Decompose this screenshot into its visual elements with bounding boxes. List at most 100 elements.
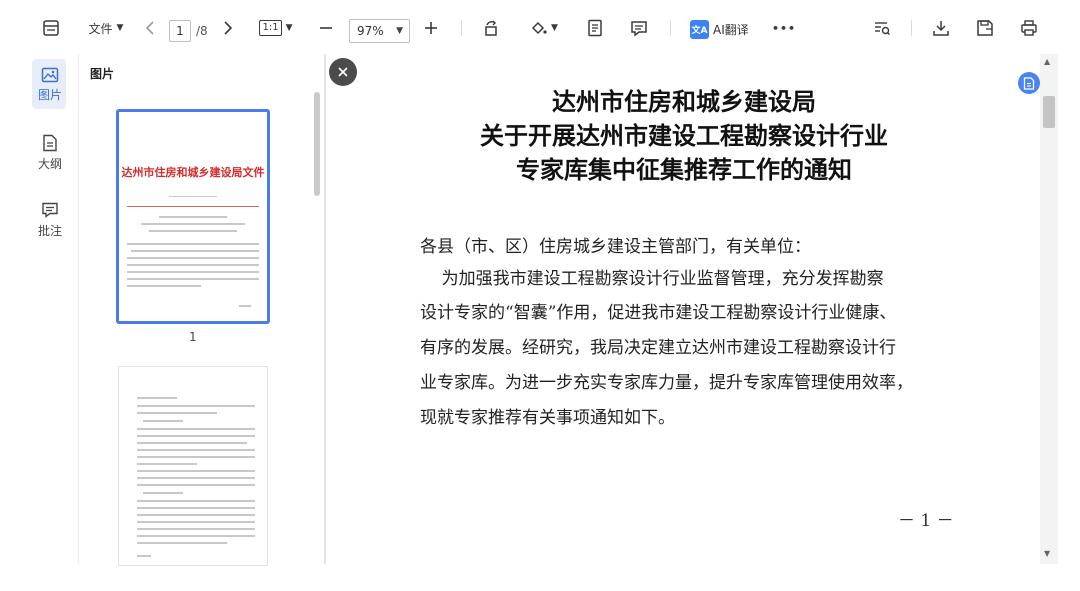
scroll-down-arrow-icon[interactable]: ▼ <box>1044 549 1050 558</box>
document-title-line-2: 关于开展达州市建设工程勘察设计行业 <box>480 121 888 150</box>
zoom-select[interactable]: 97% ▼ <box>349 19 410 43</box>
toolbar-divider <box>461 20 462 36</box>
thumbnail-text-line <box>137 442 247 444</box>
thumbnail-text-line <box>137 449 255 451</box>
download-icon[interactable] <box>930 16 952 40</box>
background-color-button[interactable]: ▼ <box>526 16 562 40</box>
thumbnail-text-line <box>127 271 259 273</box>
thumbnail-text-line <box>137 428 255 430</box>
paint-bucket-icon <box>531 21 547 35</box>
thumbnail-text-line <box>137 500 255 502</box>
thumbnail-text-line <box>137 397 177 399</box>
thumbnail-text-line <box>141 223 245 225</box>
rail-item-label: 大纲 <box>37 157 62 171</box>
scrollbar-thumb[interactable] <box>1043 96 1055 128</box>
ai-translate-button[interactable]: AI翻译 <box>713 20 749 40</box>
thumbnail-text-line <box>137 521 255 523</box>
left-rail: 图片 大纲 批注 <box>0 54 78 591</box>
document-paragraph-line: 业专家库。为进一步充实专家库力量，提升专家库管理使用效率， <box>420 373 913 393</box>
save-icon[interactable] <box>974 16 996 40</box>
ai-translate-icon[interactable]: 文A <box>690 20 709 39</box>
thumbnail-text-line <box>143 492 183 494</box>
thumbnail-text-line <box>127 257 259 259</box>
thumbnail-scrollbar[interactable] <box>314 92 320 196</box>
thumbnail-text-line <box>137 470 255 472</box>
rail-item-comments[interactable]: 批注 <box>28 201 72 247</box>
thumbnail-text-line <box>137 542 227 544</box>
document-title-line-3: 专家库集中征集推荐工作的通知 <box>516 155 852 184</box>
toolbar: 文件 ▼ 1 /8 1:1 ▼ 97% ▼ ▼ 文A AI翻译 ••• <box>0 0 1080 54</box>
document-view: 达州市住房和城乡建设局 关于开展达州市建设工程勘察设计行业 专家库集中征集推荐工… <box>324 54 1040 564</box>
print-icon[interactable] <box>1018 16 1040 40</box>
thumbnail-page-number <box>239 305 251 307</box>
image-icon <box>41 67 59 83</box>
previous-page-button[interactable] <box>140 16 160 40</box>
thumbnail-text-line <box>137 484 255 486</box>
thumbnail-text-line <box>127 243 259 245</box>
thumbnail-red-rule <box>127 206 259 207</box>
page-number-input[interactable]: 1 <box>169 20 191 42</box>
thumbnail-text-line <box>127 264 259 266</box>
thumbnail-text-line <box>169 196 217 197</box>
thumbnail-text-line <box>127 285 201 287</box>
rail-item-images[interactable]: 图片 <box>28 67 72 113</box>
thumbnail-text-line <box>137 514 255 516</box>
thumbnail-text-line <box>137 463 197 465</box>
file-menu-button[interactable]: 文件 ▼ <box>86 16 126 40</box>
page-total: /8 <box>196 24 208 38</box>
sidebar-toggle-icon[interactable] <box>40 16 62 40</box>
rotate-icon[interactable] <box>480 16 502 40</box>
document-paragraph-line: 有序的发展。经研究，我局决定建立达州市建设工程勘察设计行 <box>420 338 896 358</box>
document-icon <box>1023 76 1035 90</box>
chevron-down-icon: ▼ <box>551 23 558 33</box>
thumbnail-page-number <box>137 555 151 557</box>
thumbnail-text-line <box>149 230 237 232</box>
document-tool-button[interactable] <box>1018 72 1040 94</box>
document-title-line-1: 达州市住房和城乡建设局 <box>552 87 816 116</box>
thumbnail-text-line <box>127 278 259 280</box>
document-page-number: － 1 － <box>898 511 954 531</box>
thumbnail-text-line <box>137 456 255 458</box>
thumbnail-text-line <box>137 405 255 407</box>
document-paragraph-line: 设计专家的“智囊”作用，促进我市建设工程勘察设计行业健康、 <box>420 303 897 323</box>
thumbnail-panel-title: 图片 <box>90 67 115 81</box>
thumbnail-text-line <box>131 250 259 252</box>
zoom-value: 97% <box>357 24 384 38</box>
next-page-button[interactable] <box>218 16 238 40</box>
chevron-down-icon: ▼ <box>285 23 293 33</box>
thumbnail-text-line <box>137 528 255 530</box>
page-thumbnail-2[interactable] <box>118 366 268 566</box>
thumbnail-text-line <box>159 216 227 218</box>
scroll-up-arrow-icon[interactable]: ▲ <box>1044 57 1050 66</box>
rail-item-label: 批注 <box>37 224 62 238</box>
outline-icon <box>43 134 57 152</box>
more-button[interactable]: ••• <box>772 16 796 40</box>
page-view-icon[interactable] <box>584 16 606 40</box>
annotation-icon[interactable] <box>628 16 650 40</box>
document-scrollbar[interactable]: ▲ ▼ <box>1040 54 1058 564</box>
document-paragraph-line: 现就专家推荐有关事项通知如下。 <box>420 408 675 428</box>
document-paragraph-line: 为加强我市建设工程勘察设计行业监督管理，充分发挥勘察 <box>420 269 884 289</box>
thumbnail-text-line <box>137 477 255 479</box>
thumbnail-page-label: 1 <box>189 330 197 344</box>
thumbnail-text-line <box>137 507 255 509</box>
zoom-out-button[interactable] <box>316 16 336 40</box>
thumbnail-text-line <box>137 412 217 414</box>
chevron-down-icon: ▼ <box>396 26 403 36</box>
actual-size-button[interactable]: 1:1 ▼ <box>256 16 296 40</box>
toolbar-divider <box>911 20 912 36</box>
file-menu-label: 文件 <box>88 21 113 36</box>
actual-size-label: 1:1 <box>259 20 282 36</box>
zoom-in-button[interactable] <box>421 16 441 40</box>
toolbar-divider <box>670 20 671 36</box>
thumbnail-panel: 图片 达州市住房和城乡建设局文件 1 <box>78 54 324 566</box>
rail-item-label: 图片 <box>37 88 62 102</box>
rail-item-outline[interactable]: 大纲 <box>28 134 72 180</box>
thumbnail-text-line <box>143 420 183 422</box>
close-icon <box>338 67 348 77</box>
document-salutation: 各县（市、区）住房城乡建设主管部门，有关单位： <box>420 237 811 257</box>
thumbnail-text-line <box>137 535 255 537</box>
page-thumbnail-1[interactable]: 达州市住房和城乡建设局文件 <box>116 109 270 324</box>
thumbnail-text-line <box>137 435 255 437</box>
search-icon[interactable] <box>871 16 893 40</box>
